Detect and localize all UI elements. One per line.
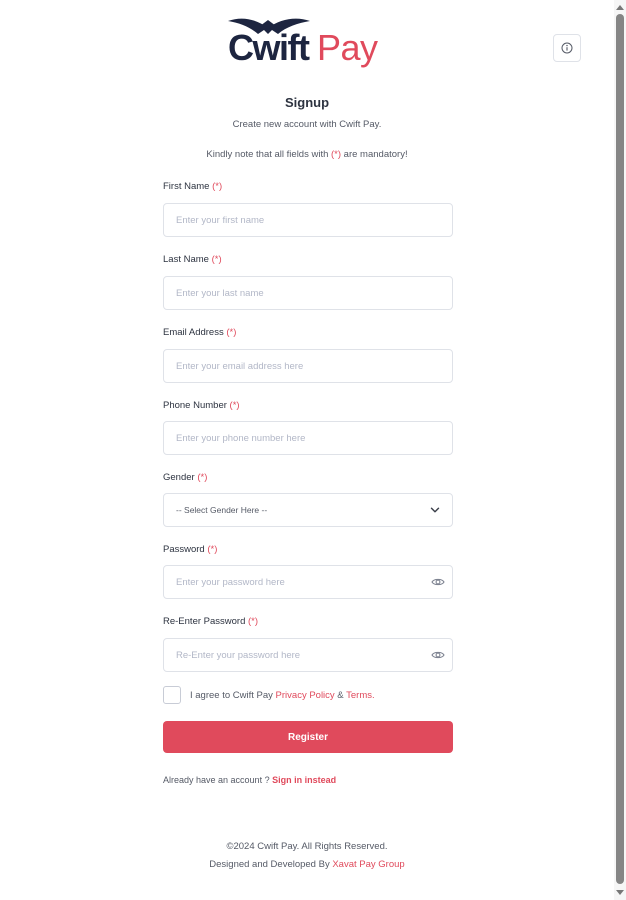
required-marker: (*) [197, 472, 208, 483]
credits-text: Designed and Developed By Xavat Pay Grou… [0, 859, 614, 870]
privacy-policy-link[interactable]: Privacy Policy [276, 690, 335, 701]
first-name-label: First Name (*) [163, 181, 222, 192]
eye-icon[interactable] [431, 575, 445, 589]
brand-wordmark: Cwift Pay [228, 28, 378, 68]
signin-prefix: Already have an account ? [163, 775, 273, 785]
first-name-input[interactable] [163, 203, 453, 237]
register-button[interactable]: Register [163, 721, 453, 753]
gender-label-text: Gender [163, 472, 198, 483]
required-marker: (*) [226, 327, 237, 338]
terms-link[interactable]: Terms. [346, 690, 375, 701]
phone-label: Phone Number (*) [163, 400, 240, 411]
page-title: Signup [284, 95, 330, 110]
confirm-password-label-text: Re-Enter Password [163, 616, 249, 627]
scrollbar-thumb[interactable] [616, 14, 624, 884]
agreement-row: I agree to Cwift Pay Privacy Policy & Te… [163, 686, 375, 704]
phone-label-text: Phone Number [163, 400, 230, 411]
credits-prefix: Designed and Developed By [209, 859, 333, 870]
agreement-text: I agree to Cwift Pay Privacy Policy & Te… [190, 690, 375, 701]
password-label-text: Password [163, 544, 208, 555]
required-marker: (*) [211, 254, 222, 265]
brand-logo: Cwift Pay [226, 14, 396, 68]
confirm-password-label: Re-Enter Password (*) [163, 616, 258, 627]
signin-prompt: Already have an account ? Sign in instea… [163, 775, 336, 785]
scroll-down-arrow-icon[interactable] [616, 890, 624, 895]
agree-checkbox[interactable] [163, 686, 181, 704]
email-label: Email Address (*) [163, 327, 236, 338]
xavat-pay-group-link[interactable]: Xavat Pay Group [332, 859, 404, 870]
signup-page: Cwift Pay Signup Create new account with… [0, 0, 614, 900]
email-input[interactable] [163, 349, 453, 383]
required-marker: (*) [212, 181, 223, 192]
agreement-prefix: I agree to Cwift Pay [190, 689, 276, 701]
last-name-label-text: Last Name [163, 254, 212, 265]
password-input[interactable] [163, 565, 453, 599]
vertical-scrollbar[interactable] [614, 0, 626, 900]
confirm-password-input[interactable] [163, 638, 453, 672]
chevron-down-icon [430, 507, 440, 513]
info-button[interactable] [553, 34, 581, 62]
last-name-label: Last Name (*) [163, 254, 222, 265]
signin-link[interactable]: Sign in instead [272, 775, 336, 785]
gender-select[interactable]: -- Select Gender Here -- [163, 493, 453, 527]
agreement-ampersand: & [334, 689, 347, 701]
password-label: Password (*) [163, 544, 217, 555]
brand-name-accent: Pay [317, 27, 378, 68]
page-subtitle: Create new account with Cwift Pay. [232, 119, 382, 130]
last-name-input[interactable] [163, 276, 453, 310]
brand-name-main: Cwift [228, 27, 310, 68]
gender-label: Gender (*) [163, 472, 207, 483]
scroll-up-arrow-icon[interactable] [616, 5, 624, 10]
copyright-text: ©2024 Cwift Pay. All Rights Reserved. [226, 841, 388, 852]
required-marker: (*) [248, 616, 259, 627]
note-prefix: Kindly note that all fields with [206, 149, 332, 160]
email-label-text: Email Address [163, 327, 227, 338]
mandatory-note: Kindly note that all fields with (*) are… [0, 149, 614, 160]
required-marker: (*) [229, 400, 240, 411]
required-marker: (*) [207, 544, 218, 555]
first-name-label-text: First Name [163, 181, 213, 192]
eye-icon[interactable] [431, 648, 445, 662]
gender-selected-value: -- Select Gender Here -- [176, 505, 268, 515]
info-icon [561, 42, 573, 54]
phone-input[interactable] [163, 421, 453, 455]
note-suffix: are mandatory! [341, 149, 408, 160]
required-marker: (*) [331, 149, 342, 160]
